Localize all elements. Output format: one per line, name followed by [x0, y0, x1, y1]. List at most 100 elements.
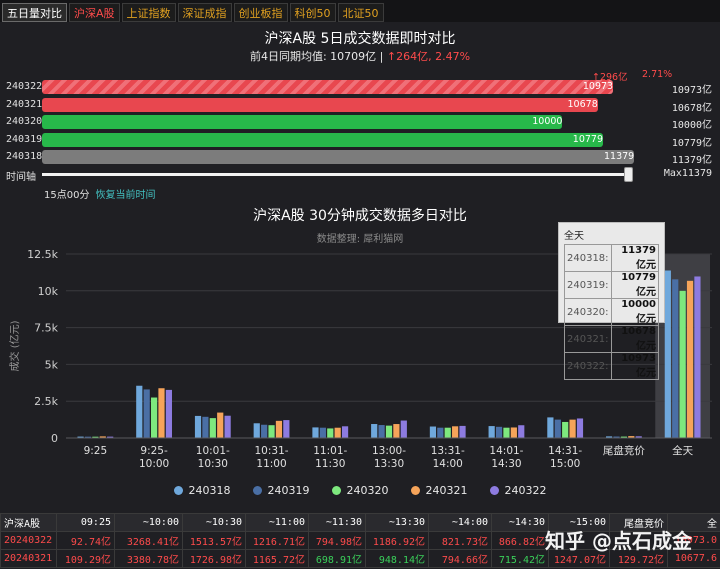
bar-240320-4 — [327, 428, 334, 438]
tooltip-row: 240319: 10779 亿元 — [564, 271, 660, 299]
average-delta: ↑264亿, 2.47% — [386, 50, 471, 63]
tooltip-value: 11379 亿元 — [610, 244, 660, 272]
bar-240321-6 — [452, 426, 459, 438]
legend-item-240318[interactable]: 240318 — [173, 484, 231, 497]
y-tick-label: 5k — [45, 358, 59, 371]
x-tick-label: 13:30 — [374, 458, 404, 470]
average-line: 前4日同期均值: 10709亿 | ↑264亿, 2.47% — [0, 48, 720, 64]
bar-240320-5 — [385, 425, 393, 438]
timeline-rail[interactable] — [42, 173, 630, 176]
legend-label: 240319 — [267, 484, 310, 497]
x-tick-label: 11:00 — [256, 458, 286, 470]
tooltip-value: 10779 亿元 — [610, 271, 660, 299]
tooltip-table: 240318: 11379 亿元 240319: 10779 亿元 240320: 100… — [564, 244, 660, 380]
day-row-value: 10678亿 — [671, 102, 712, 114]
day-row-240319: 240319 10779 10779亿 — [0, 132, 720, 149]
table-cell: 1513.57亿 — [182, 531, 246, 550]
day-row-bar-label: 10973 — [582, 81, 614, 92]
bar-240322-4 — [341, 426, 349, 438]
time-note: 15点00分 恢复当前时间 — [44, 186, 155, 201]
table-cell: 1165.72亿 — [245, 549, 309, 568]
tooltip-title: 全天 — [564, 231, 584, 242]
y-tick-label: 12.5k — [27, 248, 58, 261]
tab-4[interactable]: 创业板指 — [233, 3, 288, 22]
average-label: 前4日同期均值: 10709亿 | — [249, 50, 387, 63]
y-axis-label: 成交 (亿元) — [8, 320, 21, 371]
bar-240321-7 — [510, 427, 517, 438]
x-tick-label: 14:01- — [489, 445, 523, 457]
tooltip-date: 240320: — [564, 298, 612, 326]
bar-240318-10 — [664, 270, 671, 438]
day-row-bar — [42, 80, 613, 94]
table-header: ~14:00 — [428, 513, 492, 532]
x-tick-label: 10:30 — [198, 458, 228, 470]
legend-dot-icon — [252, 486, 262, 495]
table-cell: 821.73亿 — [428, 531, 492, 550]
bar-240319-5 — [378, 425, 385, 438]
tab-5[interactable]: 科创50 — [289, 3, 336, 22]
legend-item-240320[interactable]: 240320 — [331, 484, 389, 497]
table-cell: 3380.78亿 — [114, 549, 183, 568]
day-row-bar — [42, 150, 634, 164]
table-cell: 1186.92亿 — [365, 531, 429, 550]
table-header: ~11:30 — [308, 513, 366, 532]
tooltip-row: 240321: 10678 亿元 — [564, 325, 660, 353]
day-row-bar — [42, 97, 598, 112]
day-row-bar-label: 10678 — [567, 98, 598, 110]
bar-240318-3 — [253, 423, 260, 438]
day-row-240322: 240322 10973 10973亿 — [0, 80, 720, 96]
table-cell: 3268.41亿 — [114, 531, 183, 550]
legend-dot-icon — [173, 486, 183, 495]
bar-240322-7 — [518, 425, 525, 438]
bar-240322-2 — [224, 415, 231, 438]
tab-0[interactable]: 五日量对比 — [2, 3, 67, 22]
tab-6[interactable]: 北证50 — [337, 3, 384, 22]
legend-dot-icon — [410, 486, 420, 495]
y-tick-label: 2.5k — [34, 395, 58, 408]
legend-dot-icon — [489, 486, 499, 495]
day-row-value: 11379亿 — [671, 155, 712, 166]
bar-240321-3 — [275, 420, 283, 438]
tab-2[interactable]: 上证指数 — [121, 3, 176, 22]
day-row-240320: 240320 10000 10000亿 — [0, 115, 720, 131]
day-row-value: 10000亿 — [671, 120, 712, 131]
timeline-handle[interactable] — [624, 167, 633, 182]
table-cell: 715.42亿 — [491, 549, 549, 568]
tooltip-date: 240322: — [564, 352, 612, 380]
x-tick-label: 9:25 — [84, 445, 108, 457]
bar-240318-6 — [429, 426, 437, 438]
table-cell: 794.66亿 — [428, 549, 492, 568]
table-cell: 20240322 — [0, 531, 57, 550]
tab-3[interactable]: 深证成指 — [177, 3, 232, 22]
table-header: ~10:30 — [182, 513, 246, 532]
legend-item-240319[interactable]: 240319 — [252, 484, 310, 497]
diff-pct: 2.71% — [642, 69, 673, 80]
x-tick-label: 9:25- — [140, 445, 168, 457]
restore-time-link[interactable]: 恢复当前时间 — [95, 190, 155, 201]
tab-1[interactable]: 沪深A股 — [69, 3, 120, 22]
day-row-track: 10000 — [42, 115, 634, 129]
tooltip-value: 10000 亿元 — [610, 298, 660, 326]
x-tick-label: 10:00 — [139, 458, 169, 470]
bar-240320-7 — [503, 427, 510, 438]
bar-240322-8 — [576, 418, 584, 438]
table-cell: 1216.71亿 — [245, 531, 309, 550]
legend-dot-icon — [331, 486, 341, 495]
legend-item-240321[interactable]: 240321 — [410, 484, 468, 497]
day-row-bar-label: 10779 — [572, 133, 604, 145]
table-header: ~10:00 — [114, 513, 183, 532]
bar-240322-10 — [694, 276, 701, 438]
tooltip-date: 240319: — [564, 271, 612, 299]
bar-240318-5 — [371, 424, 378, 438]
day-row-date: 240321 — [6, 98, 43, 110]
day-row-240321: 240321 10678 10678亿 — [0, 97, 720, 114]
day-row-bar-label: 11379 — [604, 151, 635, 162]
current-time: 15点00分 — [44, 190, 90, 201]
y-tick-label: 7.5k — [34, 322, 58, 335]
bar-240319-1 — [143, 389, 150, 438]
legend-item-240322[interactable]: 240322 — [489, 484, 547, 497]
bar-240318-1 — [136, 385, 143, 438]
legend-label: 240320 — [346, 484, 389, 497]
x-tick-label: 14:00 — [433, 458, 463, 470]
day-row-240318: 240318 11379 11379亿 — [0, 150, 720, 166]
